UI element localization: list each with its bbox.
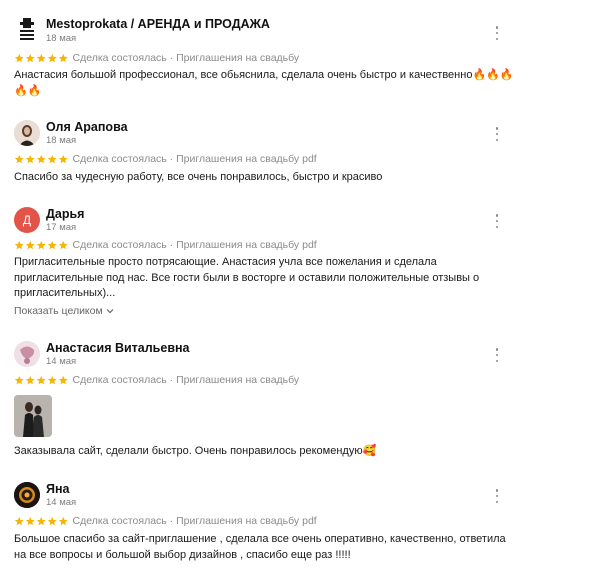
review-date: 18 мая: [46, 135, 77, 146]
star-icon: [58, 154, 68, 164]
star-icon: [25, 375, 35, 385]
chevron-down-icon: [106, 309, 114, 314]
star-icon: [36, 516, 46, 526]
rating-stars: [14, 240, 69, 251]
avatar-letter: Д: [22, 213, 32, 227]
star-icon: [58, 375, 68, 385]
reviewer-name[interactable]: Mestoprokata / АРЕНДА и ПРОДАЖА: [46, 17, 270, 31]
review-date: 18 мая: [46, 33, 77, 44]
star-icon: [25, 154, 35, 164]
review-text: Заказывала сайт, сделали быстро. Очень п…: [14, 445, 377, 457]
deal-info: Сделка состоялась · Приглашения на свадь…: [72, 52, 300, 64]
review-photo[interactable]: [14, 395, 52, 437]
star-icon: [58, 516, 68, 526]
deal-info: Сделка состоялась · Приглашения на свадь…: [72, 239, 317, 251]
review-meta: Сделка состоялась · Приглашения на свадь…: [14, 239, 317, 251]
review-meta: Сделка состоялась · Приглашения на свадь…: [14, 52, 299, 64]
star-icon: [58, 240, 68, 250]
deal-info: Сделка состоялась · Приглашения на свадь…: [72, 153, 317, 165]
show-more-label: Показать целиком: [14, 305, 103, 317]
reviewer-name[interactable]: Анастасия Витальевна: [46, 341, 190, 355]
star-icon: [14, 53, 24, 63]
star-icon: [25, 53, 35, 63]
star-icon: [25, 516, 35, 526]
review-text: Большое спасибо за сайт-приглашение , сд…: [14, 533, 506, 561]
avatar[interactable]: [14, 17, 40, 43]
reviewer-name[interactable]: Яна: [46, 482, 70, 496]
rating-stars: [14, 375, 69, 386]
deal-info: Сделка состоялась · Приглашения на свадь…: [72, 374, 300, 386]
review-date: 17 мая: [46, 222, 77, 233]
review-date: 14 мая: [46, 497, 77, 508]
reviewer-name[interactable]: Дарья: [46, 207, 84, 221]
avatar[interactable]: [14, 341, 40, 367]
star-icon: [14, 154, 24, 164]
star-icon: [36, 154, 46, 164]
more-vertical-icon[interactable]: [492, 26, 502, 40]
more-vertical-icon[interactable]: [492, 214, 502, 228]
review-meta: Сделка состоялась · Приглашения на свадь…: [14, 515, 317, 527]
rating-stars: [14, 154, 69, 165]
review-meta: Сделка состоялась · Приглашения на свадь…: [14, 374, 299, 386]
reviewer-name[interactable]: Оля Арапова: [46, 120, 128, 134]
avatar[interactable]: [14, 482, 40, 508]
star-icon: [36, 375, 46, 385]
rating-stars: [14, 516, 69, 527]
more-vertical-icon[interactable]: [492, 489, 502, 503]
review-meta: Сделка состоялась · Приглашения на свадь…: [14, 153, 317, 165]
star-icon: [14, 240, 24, 250]
deal-info: Сделка состоялась · Приглашения на свадь…: [72, 515, 317, 527]
star-icon: [58, 53, 68, 63]
more-vertical-icon[interactable]: [492, 348, 502, 362]
more-vertical-icon[interactable]: [492, 127, 502, 141]
rating-stars: [14, 53, 69, 64]
avatar[interactable]: [14, 120, 40, 146]
star-icon: [14, 516, 24, 526]
star-icon: [25, 240, 35, 250]
star-icon: [47, 240, 57, 250]
star-icon: [14, 375, 24, 385]
star-icon: [36, 53, 46, 63]
show-more-link[interactable]: Показать целиком: [14, 305, 114, 317]
avatar[interactable]: Д: [14, 207, 40, 233]
star-icon: [47, 516, 57, 526]
star-icon: [36, 240, 46, 250]
review-text: Спасибо за чудесную работу, все очень по…: [14, 171, 383, 183]
star-icon: [47, 53, 57, 63]
star-icon: [47, 375, 57, 385]
review-date: 14 мая: [46, 356, 77, 367]
review-text: Анастасия большой профессионал, все обья…: [14, 69, 514, 97]
star-icon: [47, 154, 57, 164]
review-text: Пригласительные просто потрясающие. Анас…: [14, 256, 480, 299]
